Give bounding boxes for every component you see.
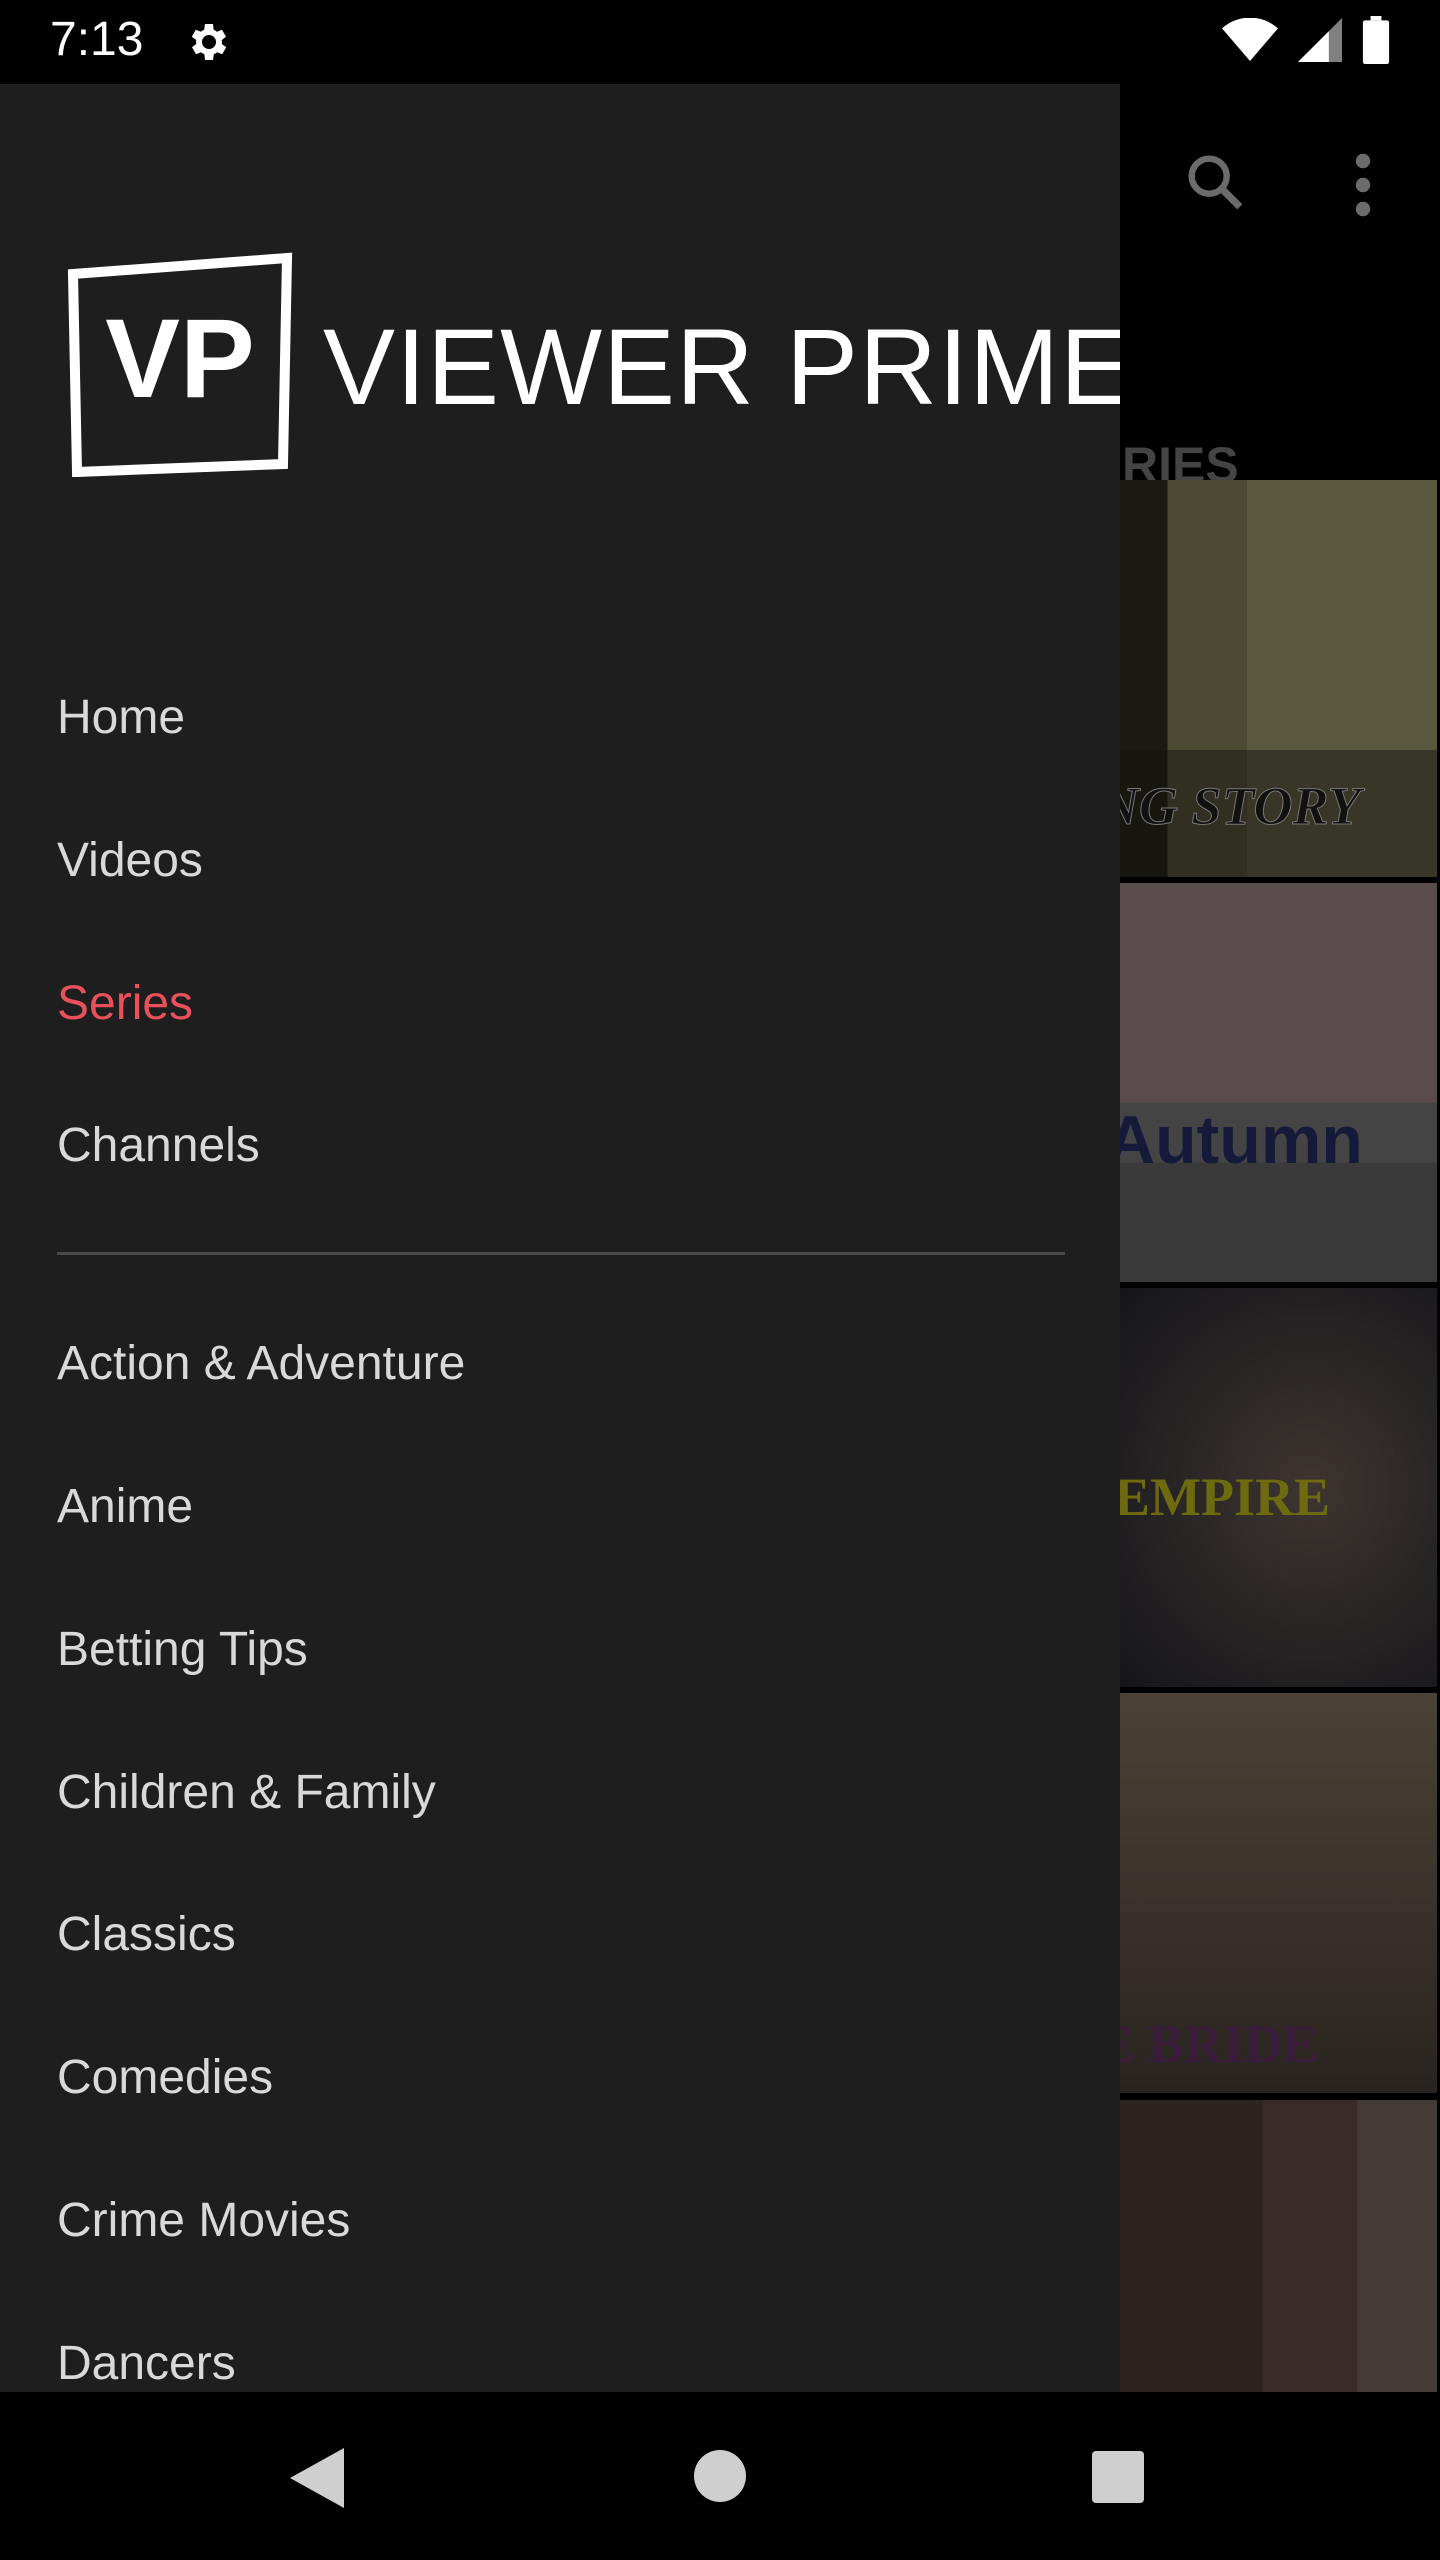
thumbnail-caption: E BRIDE bbox=[1120, 2014, 1319, 2074]
category-item[interactable]: Anime bbox=[57, 1479, 193, 1534]
svg-text:VP: VP bbox=[105, 296, 254, 421]
category-item[interactable]: Crime Movies bbox=[57, 2193, 350, 2248]
thumbnail-caption: EMPIRE bbox=[1120, 1467, 1330, 1527]
viewer-prime-logo: VP bbox=[67, 252, 293, 477]
signal-icon bbox=[1298, 18, 1342, 62]
series-thumbnail[interactable]: EMPIRE bbox=[1120, 1288, 1437, 1687]
system-nav-bar bbox=[0, 2392, 1440, 2560]
status-time: 7:13 bbox=[50, 13, 144, 66]
series-thumbnail[interactable] bbox=[1120, 2100, 1437, 2392]
navigation-drawer: VP VIEWER PRIME Home Videos Series Chann… bbox=[0, 84, 1120, 2392]
category-item[interactable]: Classics bbox=[57, 1907, 236, 1962]
series-thumbnail[interactable]: Autumn bbox=[1120, 883, 1437, 1282]
status-bar: 7:13 bbox=[0, 0, 1440, 84]
thumbnail-caption: NG STORY bbox=[1120, 776, 1361, 837]
drawer-divider bbox=[57, 1252, 1065, 1255]
drawer-item-series[interactable]: Series bbox=[57, 976, 193, 1031]
recents-icon[interactable] bbox=[1092, 2451, 1144, 2503]
thumbnail-caption: Autumn bbox=[1120, 1102, 1363, 1178]
more-vert-icon[interactable] bbox=[1348, 152, 1378, 218]
series-thumbnail[interactable]: E BRIDE bbox=[1120, 1693, 1437, 2093]
category-item[interactable]: Comedies bbox=[57, 2050, 273, 2105]
home-icon[interactable] bbox=[694, 2450, 746, 2502]
back-icon[interactable] bbox=[290, 2448, 344, 2508]
category-item[interactable]: Dancers bbox=[57, 2336, 236, 2391]
series-thumbnail[interactable]: NG STORY bbox=[1120, 480, 1437, 877]
logo-text: VIEWER PRIME bbox=[323, 306, 1120, 427]
category-item[interactable]: Children & Family bbox=[57, 1765, 436, 1820]
category-item[interactable]: Betting Tips bbox=[57, 1622, 308, 1677]
drawer-item-videos[interactable]: Videos bbox=[57, 833, 203, 888]
category-item[interactable]: Action & Adventure bbox=[57, 1336, 465, 1391]
battery-icon bbox=[1362, 16, 1390, 64]
drawer-item-home[interactable]: Home bbox=[57, 690, 185, 745]
search-icon[interactable] bbox=[1180, 147, 1250, 217]
gear-icon bbox=[191, 24, 227, 60]
drawer-item-channels[interactable]: Channels bbox=[57, 1118, 260, 1173]
wifi-icon bbox=[1222, 18, 1278, 61]
